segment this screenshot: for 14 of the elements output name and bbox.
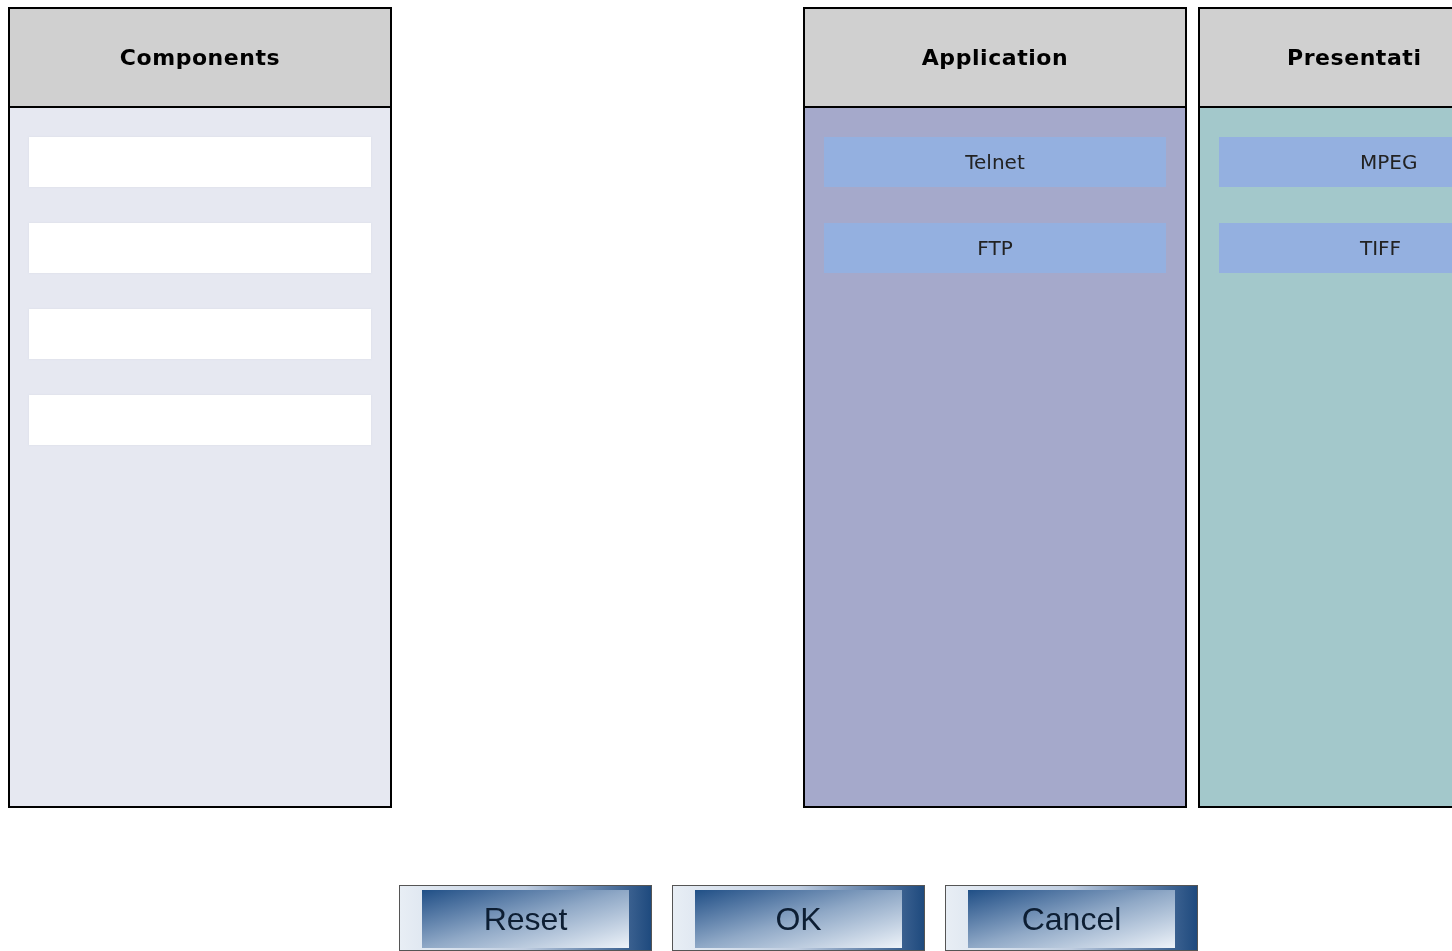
drag-item[interactable]: Telnet	[824, 137, 1166, 187]
drag-item[interactable]: TIFF	[1219, 223, 1452, 273]
dialog-button[interactable]: OK	[672, 885, 925, 951]
dialog-button[interactable]: Reset	[399, 885, 652, 951]
drop-slot[interactable]	[29, 395, 371, 445]
drag-item[interactable]: FTP	[824, 223, 1166, 273]
column-header: Components	[10, 9, 390, 108]
drop-slot[interactable]	[29, 309, 371, 359]
drag-item[interactable]: MPEG	[1219, 137, 1452, 187]
drop-slot[interactable]	[29, 137, 371, 187]
dialog-button[interactable]: Cancel	[945, 885, 1198, 951]
column-header: Presentati	[1200, 9, 1452, 108]
column-header: Application	[805, 9, 1185, 108]
drop-slot[interactable]	[29, 223, 371, 273]
